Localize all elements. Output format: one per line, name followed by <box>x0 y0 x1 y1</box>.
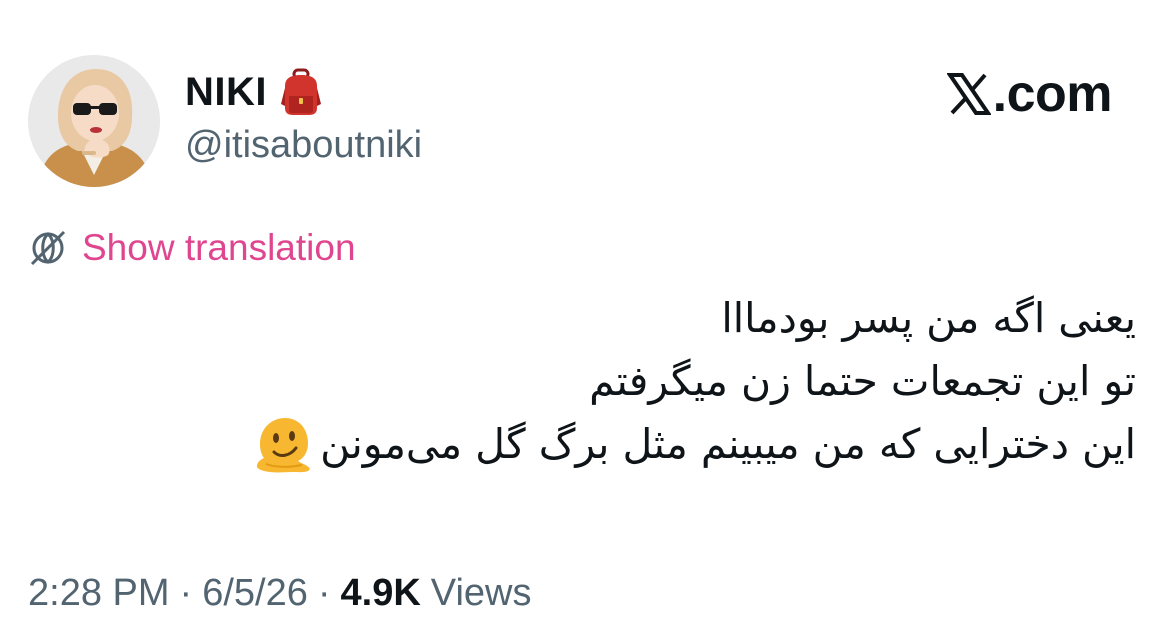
tweet-text: یعنی اگه من پسر بودمااا تو این تجمعات حت… <box>36 287 1136 476</box>
avatar[interactable] <box>28 55 160 187</box>
tweet-line-text: تو این تجمعات حتما زن میگرفتم <box>589 357 1136 405</box>
views-count[interactable]: 4.9K <box>341 572 421 615</box>
brand-domain: .com <box>992 65 1113 123</box>
melting-face-icon <box>252 414 314 476</box>
views-label: Views <box>430 572 532 614</box>
meta-separator: · <box>317 572 331 614</box>
show-translation-label[interactable]: Show translation <box>82 227 356 269</box>
globe-icon <box>28 228 68 268</box>
x-logo-icon <box>946 72 991 116</box>
tweet-line-text: یعنی اگه من پسر بودمااا <box>721 294 1136 342</box>
avatar-illustration <box>28 55 160 187</box>
brand-watermark: .com <box>946 64 1113 124</box>
tweet-time[interactable]: 2:28 PM <box>28 572 170 615</box>
tweet-meta: 2:28 PM · 6/5/26 · 4.9K Views <box>28 572 531 615</box>
tweet-line-text: این دخترایی که من میبینم مثل برگ گل می‌م… <box>320 420 1136 468</box>
show-translation-link[interactable]: Show translation <box>28 223 356 273</box>
tweet-line-2: تو این تجمعات حتما زن میگرفتم <box>36 350 1136 413</box>
author-name-row[interactable]: NIKI <box>185 66 323 118</box>
tweet-date[interactable]: 6/5/26 <box>202 572 308 615</box>
backpack-icon <box>279 68 323 116</box>
author-handle[interactable]: @itisaboutniki <box>185 124 422 167</box>
tweet-line-1: یعنی اگه من پسر بودمااا <box>36 287 1136 350</box>
author-display-name[interactable]: NIKI <box>185 70 267 115</box>
tweet-line-3: این دخترایی که من میبینم مثل برگ گل می‌م… <box>36 413 1136 476</box>
tweet-card: NIKI @itisaboutniki .com Show translatio… <box>0 0 1170 640</box>
meta-separator: · <box>179 572 193 614</box>
